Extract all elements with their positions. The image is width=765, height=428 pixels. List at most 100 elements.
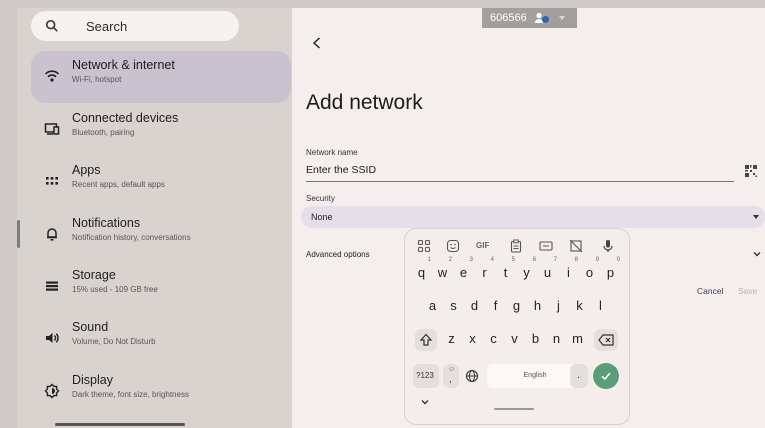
key-label: o — [585, 265, 594, 280]
backspace-icon — [598, 334, 614, 346]
network-name-label: Network name — [306, 148, 358, 157]
key-g[interactable]: g — [508, 296, 525, 316]
key-l[interactable]: l — [592, 296, 609, 316]
key-label: m — [572, 331, 583, 346]
key-hint: 2 — [448, 257, 452, 263]
cancel-button[interactable]: Cancel — [697, 286, 723, 296]
key-t[interactable]: t5 — [497, 257, 515, 283]
key-hint: 0 — [616, 257, 620, 263]
shift-icon — [420, 333, 432, 346]
sticker-icon[interactable] — [446, 239, 460, 253]
sidebar-item-title: Network & internet — [72, 58, 175, 72]
space-key-label: English — [523, 372, 547, 379]
security-value: None — [311, 212, 333, 222]
key-label: f — [493, 298, 498, 313]
sidebar-item-subtitle: Volume, Do Not Disturb — [72, 337, 156, 346]
save-button[interactable]: Save — [738, 286, 757, 296]
key-label: b — [531, 331, 540, 346]
period-key[interactable]: . — [570, 364, 588, 388]
keyboard-menu-icon[interactable] — [417, 239, 431, 253]
image-off-icon[interactable] — [569, 239, 583, 253]
key-p[interactable]: p0 — [602, 257, 620, 283]
emoji-hint-icon: ☺ — [448, 366, 456, 373]
globe-icon[interactable] — [465, 369, 479, 383]
sidebar-item-title: Notifications — [72, 216, 141, 230]
sidebar-item-notifications[interactable]: Notifications Notification history, conv… — [31, 209, 291, 261]
key-y[interactable]: y6 — [518, 257, 536, 283]
keyboard-handle — [494, 408, 534, 410]
key-hint: 3 — [469, 257, 473, 263]
key-w[interactable]: w2 — [434, 257, 452, 283]
key-n[interactable]: n — [548, 329, 565, 349]
network-name-input[interactable]: Enter the SSID — [306, 164, 734, 182]
key-hint: 7 — [553, 257, 557, 263]
shift-key[interactable] — [415, 329, 437, 351]
search-bar[interactable]: Search — [31, 11, 239, 41]
key-a[interactable]: a — [424, 296, 441, 316]
security-dropdown[interactable]: None — [301, 206, 765, 228]
key-z[interactable]: z — [443, 329, 460, 349]
key-m[interactable]: m — [569, 329, 586, 349]
advanced-options[interactable]: Advanced options — [306, 250, 370, 259]
qr-scan-icon[interactable] — [744, 164, 758, 178]
keyboard-layout-icon[interactable] — [539, 239, 553, 253]
back-arrow-icon[interactable] — [310, 36, 324, 50]
key-q[interactable]: q1 — [413, 257, 431, 283]
toast-overlay: 606566 — [482, 8, 577, 28]
sidebar-item-subtitle: Dark theme, font size, brightness — [72, 390, 189, 399]
collapse-keyboard-icon[interactable] — [420, 397, 430, 407]
key-c[interactable]: c — [485, 329, 502, 349]
key-k[interactable]: k — [571, 296, 588, 316]
search-placeholder: Search — [86, 19, 128, 34]
key-x[interactable]: x — [464, 329, 481, 349]
key-d[interactable]: d — [466, 296, 483, 316]
sidebar-item-storage[interactable]: Storage 15% used - 109 GB free — [31, 261, 291, 313]
chevron-down-icon[interactable] — [752, 249, 762, 259]
symbols-key-label: ?123 — [416, 371, 434, 380]
key-j[interactable]: j — [550, 296, 567, 316]
key-s[interactable]: s — [445, 296, 462, 316]
clipboard-icon[interactable] — [509, 239, 523, 253]
key-h[interactable]: h — [529, 296, 546, 316]
key-u[interactable]: u7 — [539, 257, 557, 283]
sidebar-item-network[interactable]: Network & internet Wi-Fi, hotspot — [31, 51, 291, 103]
sidebar-item-connected-devices[interactable]: Connected devices Bluetooth, pairing — [31, 104, 291, 156]
sidebar-item-title: Sound — [72, 320, 109, 334]
key-i[interactable]: i8 — [560, 257, 578, 283]
page-title: Add network — [306, 91, 423, 114]
key-o[interactable]: o9 — [581, 257, 599, 283]
backspace-key[interactable] — [594, 329, 618, 351]
user-badge-icon — [535, 12, 549, 23]
key-r[interactable]: r4 — [476, 257, 494, 283]
key-hint: 8 — [574, 257, 578, 263]
key-label: s — [450, 298, 457, 313]
key-b[interactable]: b — [527, 329, 544, 349]
apps-grid-icon — [46, 177, 58, 185]
key-label: i — [567, 265, 570, 280]
key-f[interactable]: f — [487, 296, 504, 316]
sidebar-item-display[interactable]: Display Dark theme, font size, brightnes… — [31, 366, 291, 418]
key-label: c — [490, 331, 497, 346]
sidebar-item-subtitle: Wi-Fi, hotspot — [72, 75, 122, 84]
sidebar-item-title: Display — [72, 373, 113, 387]
key-label: w — [437, 265, 448, 280]
key-v[interactable]: v — [506, 329, 523, 349]
gif-button[interactable]: GIF — [476, 241, 489, 250]
sidebar-item-apps[interactable]: Apps Recent apps, default apps — [31, 156, 291, 208]
sidebar-item-sound[interactable]: Sound Volume, Do Not Disturb — [31, 313, 291, 365]
storage-icon — [46, 281, 58, 291]
sidebar-item-subtitle: Bluetooth, pairing — [72, 128, 135, 137]
space-key[interactable]: English — [487, 364, 583, 388]
symbols-key[interactable]: ?123 — [413, 364, 439, 388]
home-indicator — [55, 423, 185, 426]
key-hint: 6 — [532, 257, 536, 263]
settings-window: Search Network & internet Wi-Fi, hotspot… — [17, 8, 765, 428]
brightness-icon — [44, 383, 60, 399]
sidebar-item-title: Storage — [72, 268, 116, 282]
enter-key[interactable] — [593, 363, 619, 389]
microphone-icon[interactable] — [601, 239, 615, 253]
on-screen-keyboard: GIF q1w2e3r4t5y6u7i8o9p0 asdfghjkl zxcvb… — [404, 228, 630, 425]
key-e[interactable]: e3 — [455, 257, 473, 283]
comma-label: , — [449, 374, 452, 385]
emoji-comma-key[interactable]: ☺ , — [443, 364, 459, 388]
